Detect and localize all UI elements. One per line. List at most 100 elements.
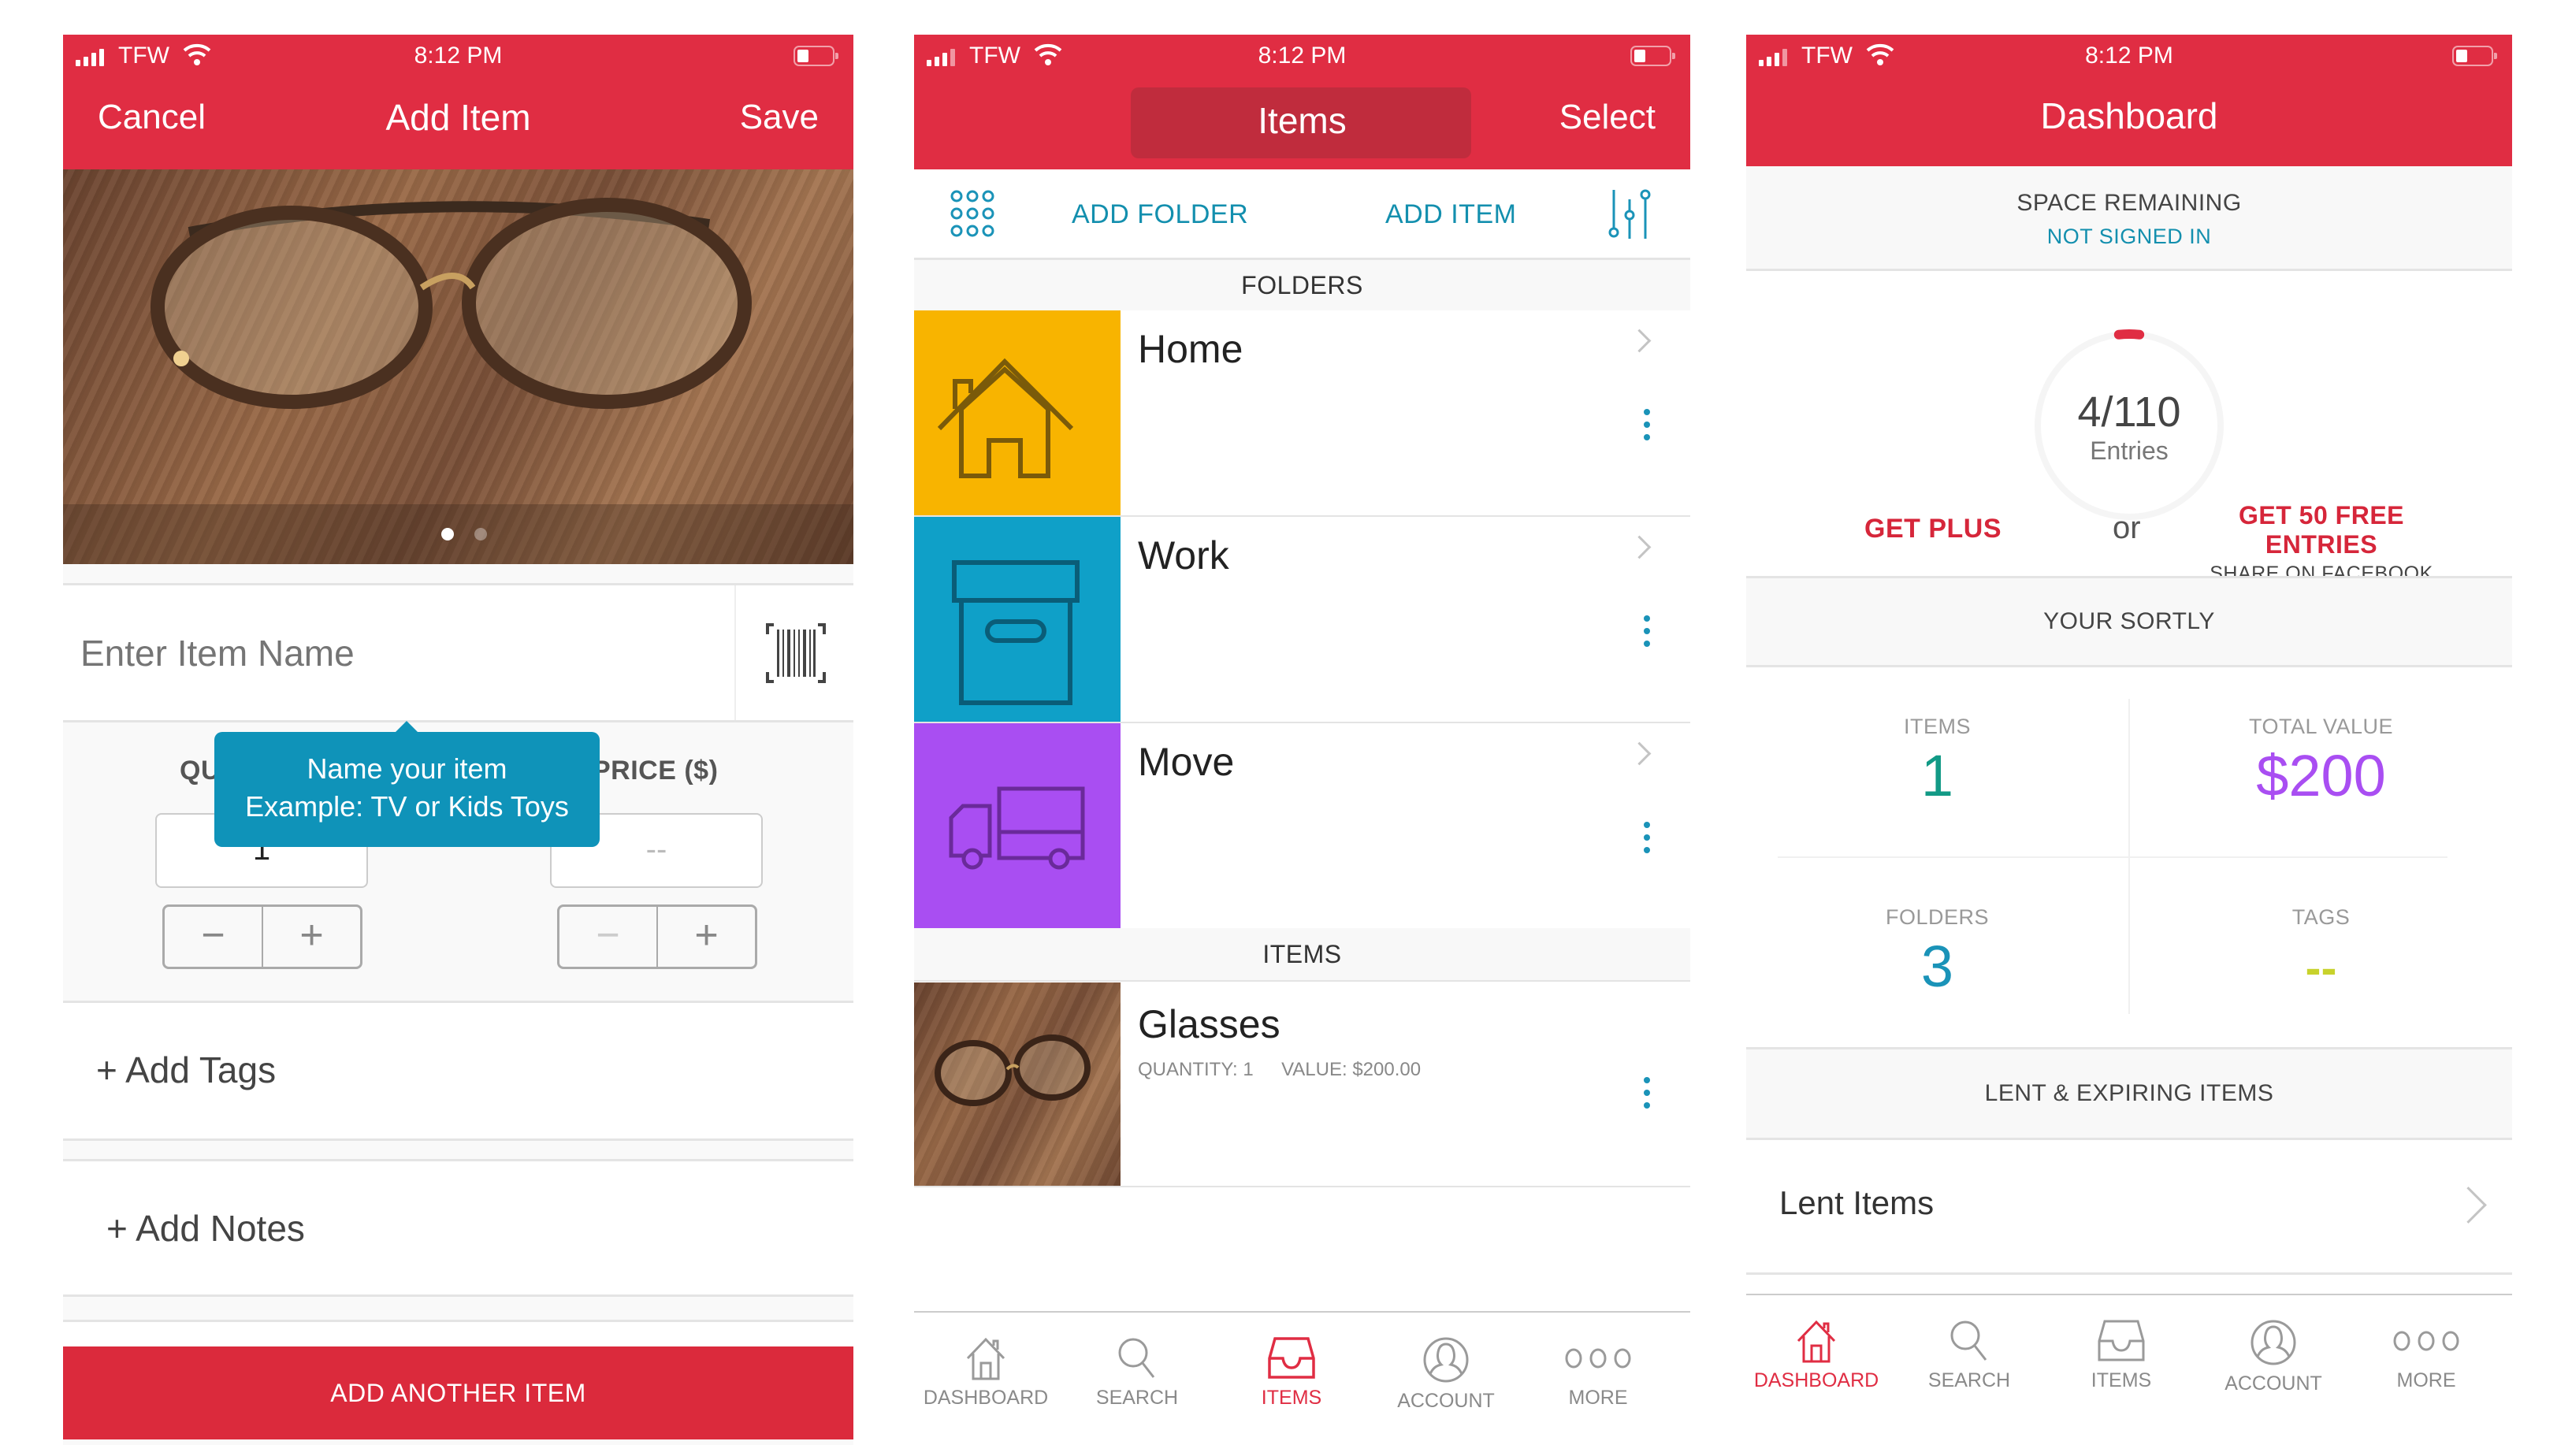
add-item-button[interactable]: ADD ITEM bbox=[1385, 199, 1516, 230]
add-another-item-button[interactable]: ADD ANOTHER ITEM bbox=[63, 1346, 853, 1439]
lent-expiring-header: LENT & EXPIRING ITEMS bbox=[1746, 1049, 2512, 1138]
add-folder-button[interactable]: ADD FOLDER bbox=[1072, 199, 1248, 230]
nav-bar: TFW 8:12 PM Cancel Add Item Save bbox=[63, 35, 853, 169]
home-icon bbox=[966, 1337, 1005, 1380]
entries-count: 4/110 bbox=[2077, 388, 2181, 436]
divider bbox=[1746, 1272, 2512, 1275]
stat-label: TOTAL VALUE bbox=[2248, 715, 2394, 738]
stat-label: ITEMS bbox=[1903, 715, 1971, 738]
truck-icon bbox=[949, 786, 1085, 870]
status-bar: TFW 8:12 PM bbox=[1746, 35, 2512, 79]
divider bbox=[914, 1186, 1690, 1187]
price-stepper: − + bbox=[557, 904, 757, 969]
tab-label: ACCOUNT bbox=[1397, 1390, 1495, 1412]
divider bbox=[63, 1138, 853, 1141]
stat-items[interactable]: ITEMS 1 bbox=[1746, 667, 2128, 856]
barcode-scan-button[interactable] bbox=[734, 585, 853, 720]
stat-folders[interactable]: FOLDERS 3 bbox=[1746, 858, 2128, 1047]
save-button[interactable]: Save bbox=[740, 98, 819, 137]
filter-sliders-icon[interactable] bbox=[1608, 188, 1652, 240]
page-dot bbox=[474, 528, 487, 540]
chevron-right-icon bbox=[1627, 329, 1652, 353]
quantity-meta-value: 1 bbox=[1243, 1059, 1254, 1080]
price-label: PRICE ($) bbox=[593, 756, 719, 786]
status-time: 8:12 PM bbox=[2085, 43, 2173, 69]
folder-row-move[interactable]: Move bbox=[914, 723, 1690, 928]
more-options-icon[interactable] bbox=[1644, 409, 1650, 447]
inbox-tray-icon bbox=[2098, 1320, 2145, 1361]
status-bar: TFW 8:12 PM bbox=[63, 35, 853, 79]
tab-account[interactable]: ACCOUNT bbox=[2198, 1319, 2348, 1395]
status-time: 8:12 PM bbox=[1258, 43, 1347, 69]
tab-account[interactable]: ACCOUNT bbox=[1371, 1336, 1521, 1413]
folder-name: Work bbox=[1138, 533, 1229, 578]
more-options-icon[interactable] bbox=[1644, 822, 1650, 860]
tab-dashboard[interactable]: DASHBOARD bbox=[1746, 1319, 1891, 1392]
grid-view-icon[interactable] bbox=[950, 190, 994, 237]
add-notes-button[interactable]: + Add Notes bbox=[106, 1207, 305, 1250]
select-button[interactable]: Select bbox=[1559, 98, 1656, 137]
stat-value: 3 bbox=[1920, 934, 1954, 999]
folders-section-header: FOLDERS bbox=[914, 260, 1690, 310]
tab-search[interactable]: SEARCH bbox=[1062, 1336, 1212, 1410]
quantity-decrement-button[interactable]: − bbox=[165, 907, 263, 967]
tab-label: MORE bbox=[2396, 1369, 2456, 1391]
tab-label: DASHBOARD bbox=[923, 1387, 1049, 1409]
items-section-header: ITEMS bbox=[914, 928, 1690, 980]
tab-search[interactable]: SEARCH bbox=[1894, 1319, 2044, 1392]
free-entries-button[interactable]: GET 50 FREE ENTRIES SHARE ON FACEBOOK bbox=[2184, 501, 2459, 585]
stat-value: -- bbox=[2305, 942, 2337, 994]
items-screen: TFW 8:12 PM Items Select ADD FOLDER ADD … bbox=[914, 35, 1690, 1445]
account-icon bbox=[1423, 1337, 1469, 1383]
quantity-increment-button[interactable]: + bbox=[263, 907, 360, 967]
more-dots-icon bbox=[2393, 1331, 2459, 1351]
divider bbox=[914, 980, 1690, 982]
price-decrement-button[interactable]: − bbox=[559, 907, 658, 967]
tab-items[interactable]: ITEMS bbox=[2046, 1319, 2196, 1392]
stat-value: $200 bbox=[2256, 743, 2386, 808]
battery-icon bbox=[2452, 46, 2497, 66]
divider bbox=[63, 720, 853, 722]
more-options-icon[interactable] bbox=[1644, 615, 1650, 653]
divider bbox=[63, 1294, 853, 1297]
value-meta-value: $200.00 bbox=[1352, 1059, 1422, 1080]
folder-row-home[interactable]: Home bbox=[914, 310, 1690, 515]
folder-thumbnail bbox=[914, 723, 1121, 928]
get-plus-button[interactable]: GET PLUS bbox=[1864, 514, 2001, 544]
tab-more[interactable]: MORE bbox=[1523, 1336, 1673, 1410]
stat-tags[interactable]: TAGS -- bbox=[2130, 858, 2512, 1047]
tab-items[interactable]: ITEMS bbox=[1217, 1336, 1366, 1410]
more-options-icon[interactable] bbox=[1644, 1077, 1650, 1115]
page-dot-active bbox=[441, 528, 454, 540]
stat-value: 1 bbox=[1920, 743, 1954, 808]
box-icon bbox=[952, 560, 1080, 705]
item-meta: QUANTITY: 1 VALUE: $200.00 bbox=[1138, 1059, 1421, 1081]
add-tags-row[interactable]: + Add Tags bbox=[63, 1003, 853, 1138]
tab-dashboard[interactable]: DASHBOARD bbox=[914, 1336, 1061, 1410]
spacer bbox=[63, 1322, 853, 1346]
quantity-stepper: − + bbox=[162, 904, 362, 969]
status-bar: TFW 8:12 PM bbox=[914, 35, 1690, 79]
tab-more[interactable]: MORE bbox=[2351, 1319, 2501, 1392]
chevron-right-icon bbox=[1627, 741, 1652, 766]
folder-row-work[interactable]: Work bbox=[914, 517, 1690, 722]
lent-items-row[interactable]: Lent Items bbox=[1746, 1140, 2512, 1272]
chevron-right-icon bbox=[2450, 1187, 2487, 1224]
stat-total-value[interactable]: TOTAL VALUE $200 bbox=[2130, 667, 2512, 856]
stat-label: TAGS bbox=[2291, 905, 2351, 929]
name-tooltip: Name your item Example: TV or Kids Toys bbox=[214, 721, 600, 847]
value-meta-label: VALUE: bbox=[1281, 1059, 1347, 1080]
tab-label: ITEMS bbox=[2091, 1369, 2152, 1391]
item-photo[interactable] bbox=[63, 169, 853, 564]
add-notes-row[interactable]: + Add Notes bbox=[63, 1161, 853, 1294]
item-name-input[interactable] bbox=[79, 617, 768, 689]
sign-in-status-link[interactable]: NOT SIGNED IN bbox=[1746, 225, 2512, 249]
item-row-glasses[interactable]: Glasses QUANTITY: 1 VALUE: $200.00 bbox=[914, 982, 1690, 1186]
dashboard-screen: TFW 8:12 PM Dashboard SPACE REMAINING NO… bbox=[1746, 35, 2512, 1445]
price-increment-button[interactable]: + bbox=[658, 907, 755, 967]
glasses-thumbnail-image bbox=[935, 1034, 1091, 1106]
home-icon bbox=[1797, 1320, 1836, 1363]
add-tags-button[interactable]: + Add Tags bbox=[96, 1049, 276, 1091]
space-remaining-header: SPACE REMAINING NOT SIGNED IN bbox=[1746, 166, 2512, 269]
chevron-right-icon bbox=[1627, 535, 1652, 559]
